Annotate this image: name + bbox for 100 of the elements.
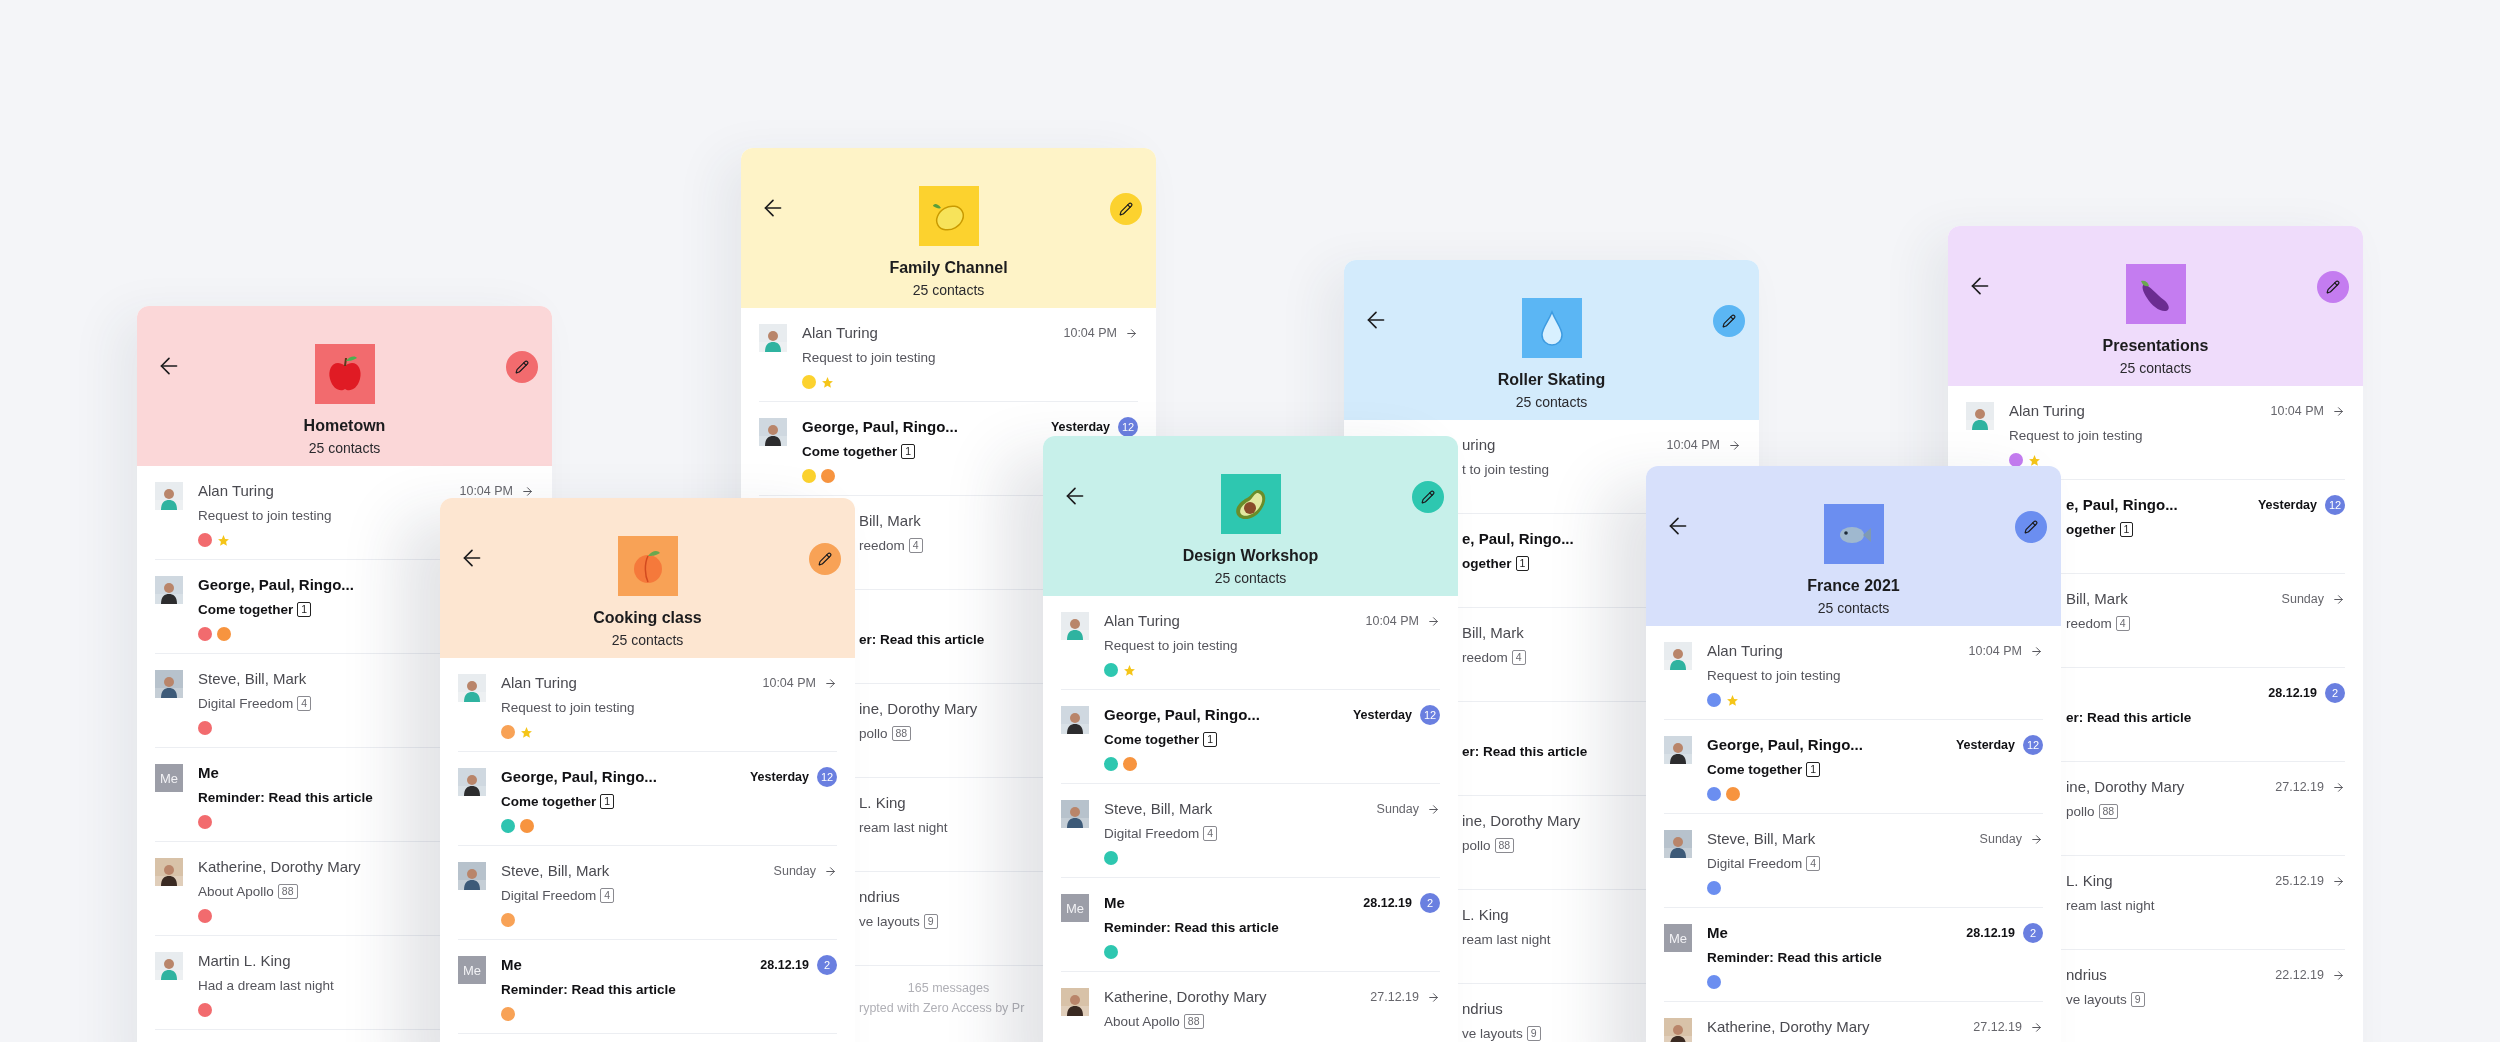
contacts-count: 25 contacts bbox=[1515, 393, 1588, 412]
message-preview: Reminder: Read this article bbox=[198, 789, 373, 805]
message-preview: er: Read this article bbox=[1462, 743, 1588, 759]
message-preview: ve layouts bbox=[859, 913, 920, 929]
message-preview: Request to join testing bbox=[501, 699, 635, 715]
count-badge: 1 bbox=[1806, 761, 1821, 777]
unread-badge: 12 bbox=[1420, 705, 1440, 725]
avatar: Me bbox=[1664, 924, 1692, 952]
sender-name: Me bbox=[1104, 893, 1125, 913]
message-preview: About Apollo bbox=[198, 883, 274, 899]
count-badge: 4 bbox=[1806, 855, 1821, 871]
contacts-count: 25 contacts bbox=[308, 439, 381, 458]
sender-name: L. King bbox=[1462, 905, 1509, 925]
edit-button[interactable] bbox=[809, 543, 841, 575]
message-preview: Had a dream last night bbox=[198, 977, 334, 993]
encryption-note: rypted with Zero Access by Pr bbox=[859, 1000, 1025, 1017]
edit-button[interactable] bbox=[506, 351, 538, 383]
count-badge: 1 bbox=[1203, 731, 1218, 747]
count-badge: 1 bbox=[600, 793, 615, 809]
group-title: Family Channel bbox=[889, 258, 1008, 278]
message-preview: Digital Freedom bbox=[1707, 855, 1803, 871]
message-time: Sunday bbox=[773, 864, 816, 878]
count-badge: 1 bbox=[901, 443, 916, 459]
sender-name: L. King bbox=[2066, 871, 2113, 891]
unread-badge: 2 bbox=[817, 955, 837, 975]
count-badge: 1 bbox=[1515, 555, 1530, 571]
count-badge: 9 bbox=[2130, 991, 2145, 1007]
edit-button[interactable] bbox=[2317, 271, 2349, 303]
avatar: Me bbox=[1061, 894, 1089, 922]
edit-button[interactable] bbox=[1713, 305, 1745, 337]
count-badge: 4 bbox=[908, 537, 923, 553]
unread-badge: 12 bbox=[1118, 417, 1138, 437]
message-preview: er: Read this article bbox=[859, 631, 985, 647]
message-preview: pollo bbox=[1462, 837, 1491, 853]
sender-name: ine, Dorothy Mary bbox=[859, 699, 978, 719]
count-badge: 9 bbox=[1526, 1025, 1541, 1041]
message-time: 28.12.19 bbox=[2268, 686, 2317, 700]
message-time: 10:04 PM bbox=[762, 676, 816, 690]
count-badge: 4 bbox=[1511, 649, 1526, 665]
message-preview: ream last night bbox=[2066, 897, 2155, 913]
sender-name: Me bbox=[501, 955, 522, 975]
message-time: 28.12.19 bbox=[1363, 896, 1412, 910]
message-time: 10:04 PM bbox=[1968, 644, 2022, 658]
message-preview: reedom bbox=[859, 537, 905, 553]
message-time: Yesterday bbox=[1352, 708, 1412, 722]
edit-button[interactable] bbox=[1412, 481, 1444, 513]
sender-name: Bill, Mark bbox=[859, 511, 921, 531]
message-preview: ve layouts bbox=[2066, 991, 2127, 1007]
message-preview: pollo bbox=[2066, 803, 2095, 819]
message-preview: Request to join testing bbox=[198, 507, 332, 523]
message-preview: reedom bbox=[2066, 615, 2112, 631]
apple-icon bbox=[314, 344, 375, 404]
message-preview: er: Read this article bbox=[2066, 709, 2192, 725]
message-time: Yesterday bbox=[1050, 420, 1110, 434]
message-preview: Come together bbox=[1104, 731, 1200, 747]
unread-badge: 2 bbox=[2023, 923, 2043, 943]
message-time: 10:04 PM bbox=[1063, 326, 1117, 340]
arrow-right-icon bbox=[2332, 592, 2345, 606]
edit-button[interactable] bbox=[2015, 511, 2047, 543]
count-badge: 88 bbox=[277, 883, 298, 899]
arrow-right-icon bbox=[521, 484, 534, 498]
pencil-icon bbox=[818, 552, 832, 566]
arrow-right-icon bbox=[2332, 874, 2345, 888]
unread-badge: 2 bbox=[1420, 893, 1440, 913]
contacts-count: 25 contacts bbox=[611, 631, 684, 650]
pencil-icon bbox=[515, 360, 529, 374]
message-time: 10:04 PM bbox=[2270, 404, 2324, 418]
count-badge: 4 bbox=[1203, 825, 1218, 841]
contacts-count: 25 contacts bbox=[2119, 359, 2192, 378]
sender-name: Steve, Bill, Mark bbox=[501, 861, 610, 881]
message-preview: Come together bbox=[501, 793, 597, 809]
message-time: 10:04 PM bbox=[459, 484, 513, 498]
contacts-count: 25 contacts bbox=[912, 281, 985, 300]
pencil-icon bbox=[1421, 490, 1435, 504]
sender-name: George, Paul, Ringo... bbox=[501, 767, 657, 787]
count-badge: 88 bbox=[2098, 803, 2119, 819]
edit-button[interactable] bbox=[1110, 193, 1142, 225]
avatar: Me bbox=[458, 956, 486, 984]
arrow-right-icon bbox=[2030, 644, 2043, 658]
message-preview: Come together bbox=[802, 443, 898, 459]
arrow-right-icon bbox=[1427, 802, 1440, 816]
sender-name: Alan Turing bbox=[1707, 641, 1783, 661]
sender-name: Alan Turing bbox=[198, 481, 274, 501]
arrow-right-icon bbox=[2332, 780, 2345, 794]
peach-icon bbox=[617, 536, 678, 596]
message-preview: ve layouts bbox=[1462, 1025, 1523, 1041]
count-badge: 4 bbox=[600, 887, 615, 903]
arrow-right-icon bbox=[2030, 1020, 2043, 1034]
message-preview: ogether bbox=[2066, 521, 2116, 537]
pencil-icon bbox=[2024, 520, 2038, 534]
sender-name: George, Paul, Ringo... bbox=[1104, 705, 1260, 725]
sender-name: Alan Turing bbox=[2009, 401, 2085, 421]
group-title: Hometown bbox=[303, 416, 386, 436]
sender-name: Katherine, Dorothy Mary bbox=[198, 857, 361, 877]
pencil-icon bbox=[1119, 202, 1133, 216]
group-title: Roller Skating bbox=[1497, 370, 1606, 390]
message-preview: Reminder: Read this article bbox=[1104, 919, 1279, 935]
sender-name: Katherine, Dorothy Mary bbox=[1707, 1017, 1870, 1037]
unread-badge: 12 bbox=[2325, 495, 2345, 515]
message-preview: Digital Freedom bbox=[198, 695, 294, 711]
